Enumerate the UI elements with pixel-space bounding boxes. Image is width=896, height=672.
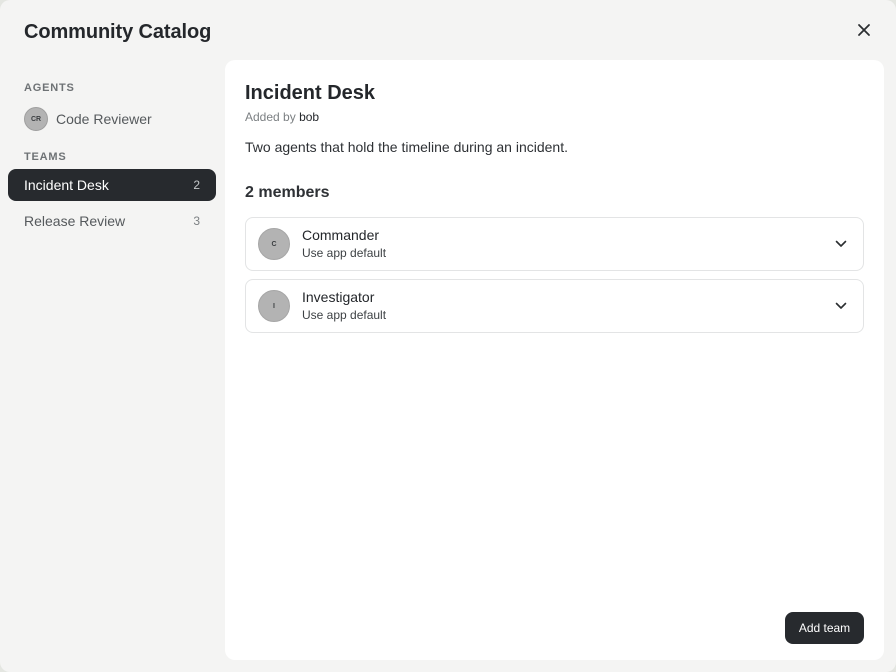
member-card-commander[interactable]: C Commander Use app default [245, 217, 864, 271]
sidebar-item-release-review[interactable]: Release Review 3 [8, 205, 216, 237]
teams-section-label: TEAMS [24, 151, 67, 163]
member-name: Commander [302, 227, 380, 243]
dialog-title: Community Catalog [24, 21, 212, 43]
chevron-down-icon[interactable] [831, 234, 851, 254]
member-model: Use app default [302, 308, 387, 322]
member-info: Investigator Use app default [302, 289, 831, 323]
add-team-button[interactable]: Add team [785, 612, 864, 644]
added-by-line: Added by bob [245, 110, 319, 124]
sidebar-item-label: Code Reviewer [56, 111, 152, 127]
chevron-down-icon[interactable] [831, 296, 851, 316]
team-detail-panel: Incident Desk Added by bob Two agents th… [225, 60, 884, 660]
sidebar-item-code-reviewer[interactable]: CR Code Reviewer [24, 107, 216, 131]
team-member-count: 3 [193, 214, 200, 228]
author-name: bob [299, 110, 320, 124]
members-heading: 2 members [245, 184, 330, 201]
page-title: Incident Desk [245, 82, 376, 104]
close-icon [857, 23, 871, 42]
member-model: Use app default [302, 246, 387, 260]
avatar: I [258, 290, 290, 322]
member-card-investigator[interactable]: I Investigator Use app default [245, 279, 864, 333]
member-name: Investigator [302, 289, 375, 305]
added-by-prefix: Added by [245, 110, 296, 124]
sidebar-item-incident-desk[interactable]: Incident Desk 2 [8, 169, 216, 201]
team-description: Two agents that hold the timeline during… [245, 139, 568, 155]
sidebar-item-label: Incident Desk [24, 177, 109, 193]
sidebar: AGENTS CR Code Reviewer TEAMS Incident D… [0, 60, 224, 672]
team-member-count: 2 [193, 178, 200, 192]
close-button[interactable] [852, 20, 876, 44]
community-catalog-dialog: Community Catalog AGENTS CR Code Reviewe… [0, 0, 896, 672]
sidebar-item-label: Release Review [24, 213, 126, 229]
avatar: C [258, 228, 290, 260]
agents-section-label: AGENTS [24, 82, 75, 94]
member-info: Commander Use app default [302, 227, 831, 261]
avatar: CR [24, 107, 48, 131]
